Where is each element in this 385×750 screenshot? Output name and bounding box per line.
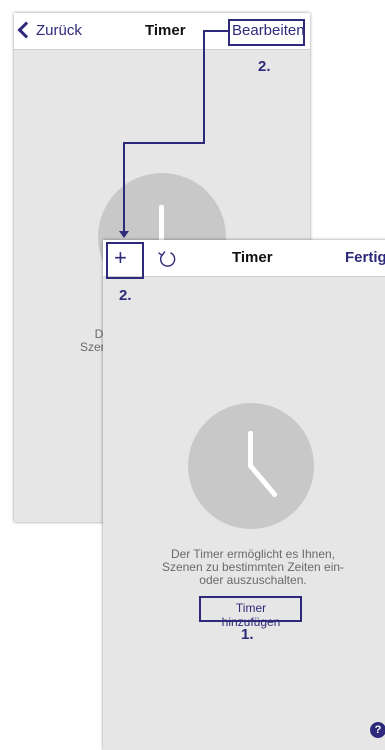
chevron-left-icon[interactable] [17,21,35,39]
add-timer-callout-box [199,596,302,622]
edit-callout-box [228,19,305,46]
connector-line [123,142,205,144]
connector-line [203,30,228,32]
step-label-add: 2. [119,287,132,304]
timer-description: Der Timer ermöglicht es Ihnen, Szenen zu… [138,548,368,587]
connector-line [123,142,125,234]
page-title: Timer [232,249,273,266]
help-button[interactable]: ? [370,722,385,738]
clock-hour-hand [159,205,164,241]
step-label-add-timer: 1. [241,626,254,643]
step-label-edit: 2. [258,58,271,75]
arrow-down-icon [119,231,129,238]
description-line: oder auszuschalten. [199,573,307,587]
timer-screen-front: + Timer Fertig Der Timer ermöglicht es I… [103,240,385,750]
back-button[interactable]: Zurück [36,13,82,49]
refresh-icon[interactable] [156,247,178,269]
clock-icon [188,403,314,529]
connector-line [203,30,205,144]
nav-bar: + Timer Fertig [103,240,385,277]
done-button[interactable]: Fertig [345,240,385,276]
page-title: Timer [145,22,186,39]
add-callout-box [106,242,144,279]
clock-minute-hand [247,462,279,498]
